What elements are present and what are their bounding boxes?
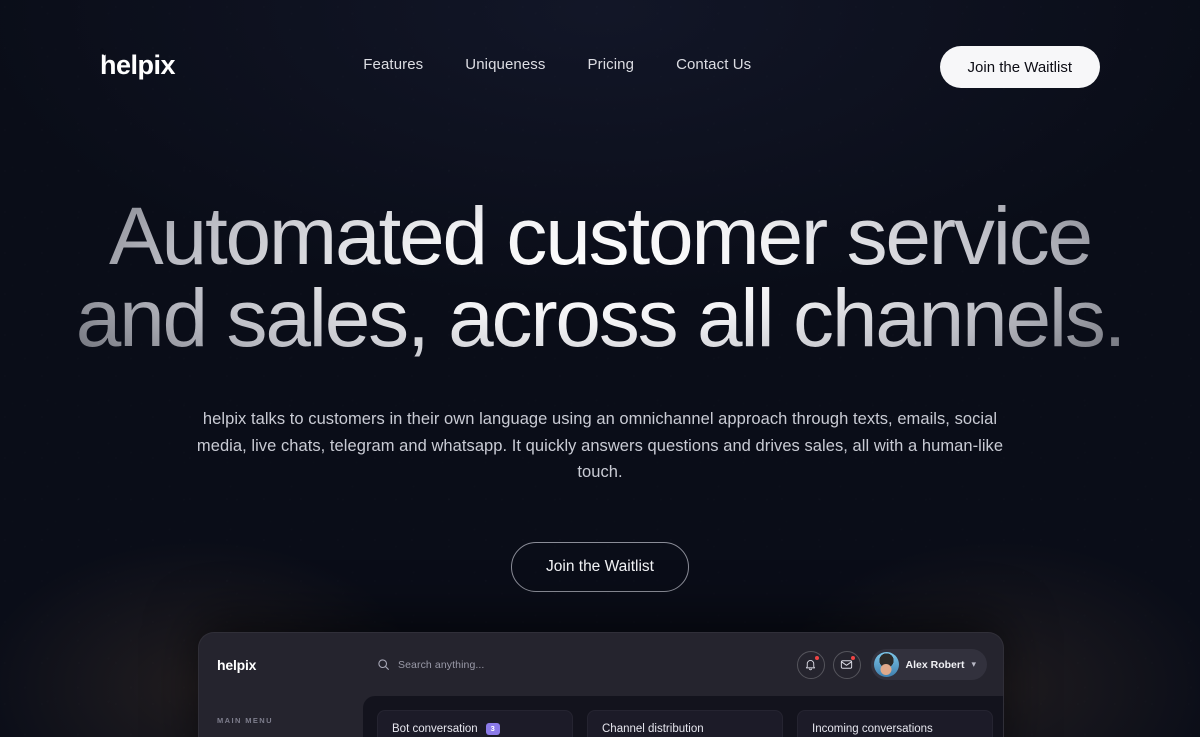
messages-badge-dot	[850, 655, 855, 660]
notifications-button[interactable]	[796, 650, 825, 679]
dashboard-search-placeholder: Search anything...	[398, 658, 485, 671]
hero-headline-line-2: and sales, across all channels.	[75, 273, 1125, 364]
user-name: Alex Robert	[905, 658, 965, 671]
card-title-row: Incoming conversations	[812, 723, 992, 735]
header-join-waitlist-button[interactable]: Join the Waitlist	[939, 46, 1100, 88]
hero-join-waitlist-button[interactable]: Join the Waitlist	[511, 542, 689, 593]
card-title-text: Incoming conversations	[812, 723, 933, 735]
brand-logo-text: helpix	[100, 50, 176, 80]
avatar	[873, 652, 899, 677]
notification-badge-dot	[814, 655, 819, 660]
dashboard-logo: helpix	[217, 656, 257, 673]
nav-item-features[interactable]: Features	[363, 56, 423, 73]
nav-item-uniqueness[interactable]: Uniqueness	[465, 56, 545, 73]
brand-logo[interactable]: helpix	[100, 50, 176, 80]
hero-headline: Automated customer service and sales, ac…	[0, 196, 1200, 360]
hero-headline-line-1: Automated customer service	[109, 191, 1091, 282]
dashboard-topbar: helpix Search anything... Alex Robert ▾	[199, 633, 1003, 696]
card-bot-conversation[interactable]: Bot conversation 3	[377, 710, 573, 737]
dashboard-sidebar: MAIN MENU	[199, 696, 363, 737]
search-icon	[378, 659, 389, 670]
landing-page: helpix Features Uniqueness Pricing Conta…	[0, 0, 1200, 737]
card-title-text: Channel distribution	[602, 723, 704, 735]
mail-icon	[840, 660, 853, 669]
site-header: helpix Features Uniqueness Pricing Conta…	[0, 0, 1200, 140]
main-navigation: Features Uniqueness Pricing Contact Us	[363, 56, 751, 73]
card-title-row: Channel distribution	[602, 723, 782, 735]
dashboard-content: Bot conversation 3 Channel distribution …	[363, 696, 1003, 737]
bell-icon	[805, 660, 816, 671]
card-count-badge: 3	[485, 723, 500, 735]
card-title-row: Bot conversation 3	[392, 723, 572, 735]
dashboard-preview: helpix Search anything... Alex Robert ▾ …	[198, 632, 1004, 737]
card-incoming-conversations[interactable]: Incoming conversations	[797, 710, 993, 737]
card-channel-distribution[interactable]: Channel distribution	[587, 710, 783, 737]
nav-item-contact-us[interactable]: Contact Us	[676, 56, 751, 73]
user-menu[interactable]: Alex Robert ▾	[870, 649, 987, 680]
hero-subtitle: helpix talks to customers in their own l…	[196, 410, 1004, 482]
messages-button[interactable]	[832, 650, 861, 679]
dashboard-search[interactable]: Search anything...	[377, 658, 797, 671]
chevron-down-icon: ▾	[971, 659, 976, 669]
card-title-text: Bot conversation	[392, 723, 478, 735]
sidebar-section-label: MAIN MENU	[217, 716, 273, 725]
nav-item-pricing[interactable]: Pricing	[588, 56, 635, 73]
dashboard-body: MAIN MENU Bot conversation 3 Channel dis…	[199, 696, 1003, 737]
